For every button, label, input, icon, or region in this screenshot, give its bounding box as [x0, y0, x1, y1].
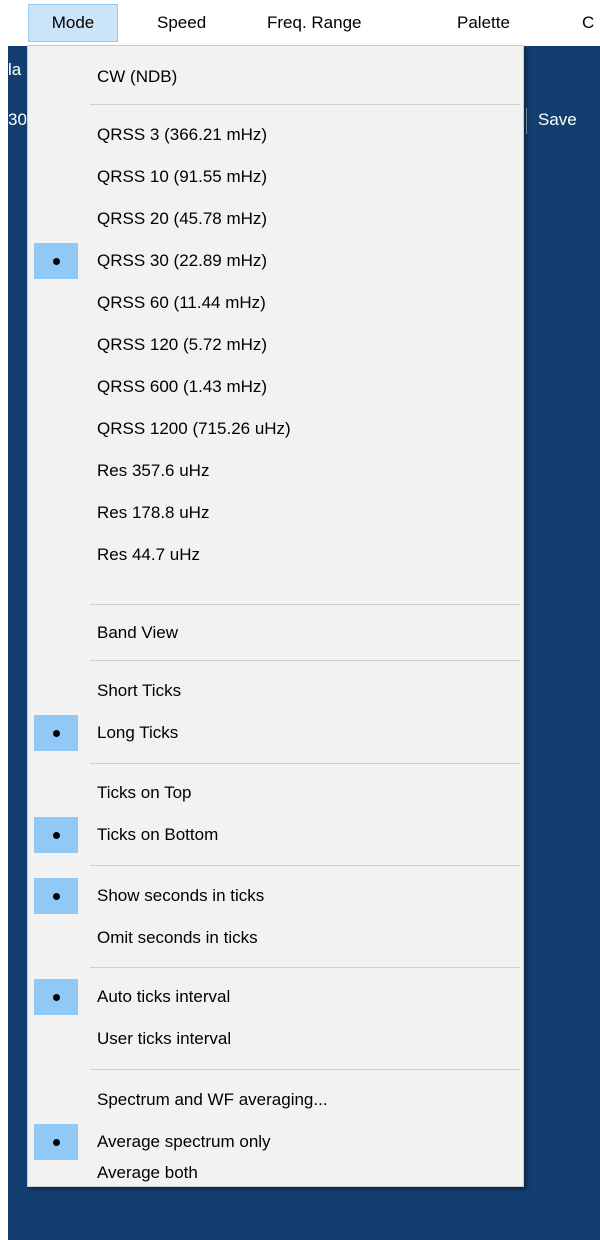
menu-item-res-357[interactable]: Res 357.6 uHz [28, 450, 523, 492]
menu-item-label: Ticks on Bottom [97, 825, 219, 844]
menu-item-qrss-10[interactable]: QRSS 10 (91.55 mHz) [28, 156, 523, 198]
menu-item-res-44[interactable]: Res 44.7 uHz [28, 534, 523, 576]
menu-item-label: QRSS 3 (366.21 mHz) [97, 125, 268, 144]
menu-bar: Mode Speed Freq. Range Palette C [0, 0, 600, 46]
mode-dropdown-menu: CW (NDB) QRSS 3 (366.21 mHz) QRSS 10 (91… [27, 45, 524, 1187]
menu-item-qrss-60[interactable]: QRSS 60 (11.44 mHz) [28, 282, 523, 324]
menu-item-label: Omit seconds in ticks [97, 928, 258, 947]
menu-separator [90, 104, 520, 105]
background-label-fragment: la [8, 60, 22, 79]
menu-item-cw-ndb[interactable]: CW (NDB) [28, 56, 523, 98]
menu-separator [90, 763, 520, 764]
menu-item-spectrum-wf-averaging[interactable]: Spectrum and WF averaging... [28, 1079, 523, 1121]
menu-item-label: QRSS 30 (22.89 mHz) [97, 251, 268, 270]
app-window: la 30 Save Mode Speed Freq. Range Palett… [0, 0, 600, 1240]
menu-item-label: User ticks interval [97, 1029, 232, 1048]
menu-item-user-ticks-interval[interactable]: User ticks interval [28, 1018, 523, 1060]
menu-item-label: CW (NDB) [97, 67, 178, 86]
menu-item-ticks-on-bottom[interactable]: Ticks on Bottom [28, 814, 523, 856]
background-value-fragment: 30 [8, 110, 27, 129]
menu-speed[interactable]: Speed [157, 4, 206, 42]
menu-item-label: QRSS 60 (11.44 mHz) [97, 293, 266, 312]
menu-item-ticks-on-top[interactable]: Ticks on Top [28, 772, 523, 814]
menu-separator [90, 865, 520, 866]
menu-item-label: QRSS 600 (1.43 mHz) [97, 377, 268, 396]
menu-mode[interactable]: Mode [28, 4, 118, 42]
radio-dot-icon [34, 715, 78, 751]
menu-item-label: QRSS 10 (91.55 mHz) [97, 167, 268, 186]
menu-item-qrss-30[interactable]: QRSS 30 (22.89 mHz) [28, 240, 523, 282]
save-button[interactable]: Save [538, 110, 577, 130]
menu-item-show-seconds[interactable]: Show seconds in ticks [28, 875, 523, 917]
menu-item-average-spectrum-only[interactable]: Average spectrum only [28, 1121, 523, 1163]
menu-item-label: Long Ticks [97, 723, 179, 742]
menu-item-label: Short Ticks [97, 681, 182, 700]
menu-item-label: Res 357.6 uHz [97, 461, 210, 480]
menu-item-qrss-3[interactable]: QRSS 3 (366.21 mHz) [28, 114, 523, 156]
menu-item-label: QRSS 1200 (715.26 uHz) [97, 419, 291, 438]
radio-dot-icon [34, 817, 78, 853]
menu-item-qrss-120[interactable]: QRSS 120 (5.72 mHz) [28, 324, 523, 366]
menu-item-label: Spectrum and WF averaging... [97, 1090, 328, 1109]
toolbar-divider [526, 108, 527, 134]
menu-separator [90, 967, 520, 968]
menu-item-short-ticks[interactable]: Short Ticks [28, 670, 523, 712]
menu-item-label: Average both [97, 1163, 198, 1182]
menu-item-auto-ticks-interval[interactable]: Auto ticks interval [28, 976, 523, 1018]
menu-item-label: Ticks on Top [97, 783, 192, 802]
menu-item-label: Res 178.8 uHz [97, 503, 210, 522]
menu-item-qrss-600[interactable]: QRSS 600 (1.43 mHz) [28, 366, 523, 408]
radio-dot-icon [34, 243, 78, 279]
menu-item-label: Average spectrum only [97, 1132, 271, 1151]
menu-item-omit-seconds[interactable]: Omit seconds in ticks [28, 917, 523, 959]
menu-separator [90, 1069, 520, 1070]
menu-item-res-178[interactable]: Res 178.8 uHz [28, 492, 523, 534]
menu-item-label: Auto ticks interval [97, 987, 231, 1006]
menu-freq-range[interactable]: Freq. Range [267, 4, 362, 42]
menu-palette[interactable]: Palette [457, 4, 510, 42]
menu-item-band-view[interactable]: Band View [28, 612, 523, 654]
menu-item-label: QRSS 120 (5.72 mHz) [97, 335, 268, 354]
menu-item-label: QRSS 20 (45.78 mHz) [97, 209, 268, 228]
menu-next-truncated[interactable]: C [582, 4, 594, 42]
menu-item-label: Res 44.7 uHz [97, 545, 200, 564]
menu-item-qrss-20[interactable]: QRSS 20 (45.78 mHz) [28, 198, 523, 240]
menu-item-long-ticks[interactable]: Long Ticks [28, 712, 523, 754]
radio-dot-icon [34, 979, 78, 1015]
menu-item-average-both[interactable]: Average both [28, 1158, 523, 1188]
radio-dot-icon [34, 1124, 78, 1160]
menu-separator [90, 660, 520, 661]
menu-separator [90, 604, 520, 605]
radio-dot-icon [34, 878, 78, 914]
menu-item-label: Band View [97, 623, 178, 642]
menu-item-qrss-1200[interactable]: QRSS 1200 (715.26 uHz) [28, 408, 523, 450]
menu-item-label: Show seconds in ticks [97, 886, 265, 905]
